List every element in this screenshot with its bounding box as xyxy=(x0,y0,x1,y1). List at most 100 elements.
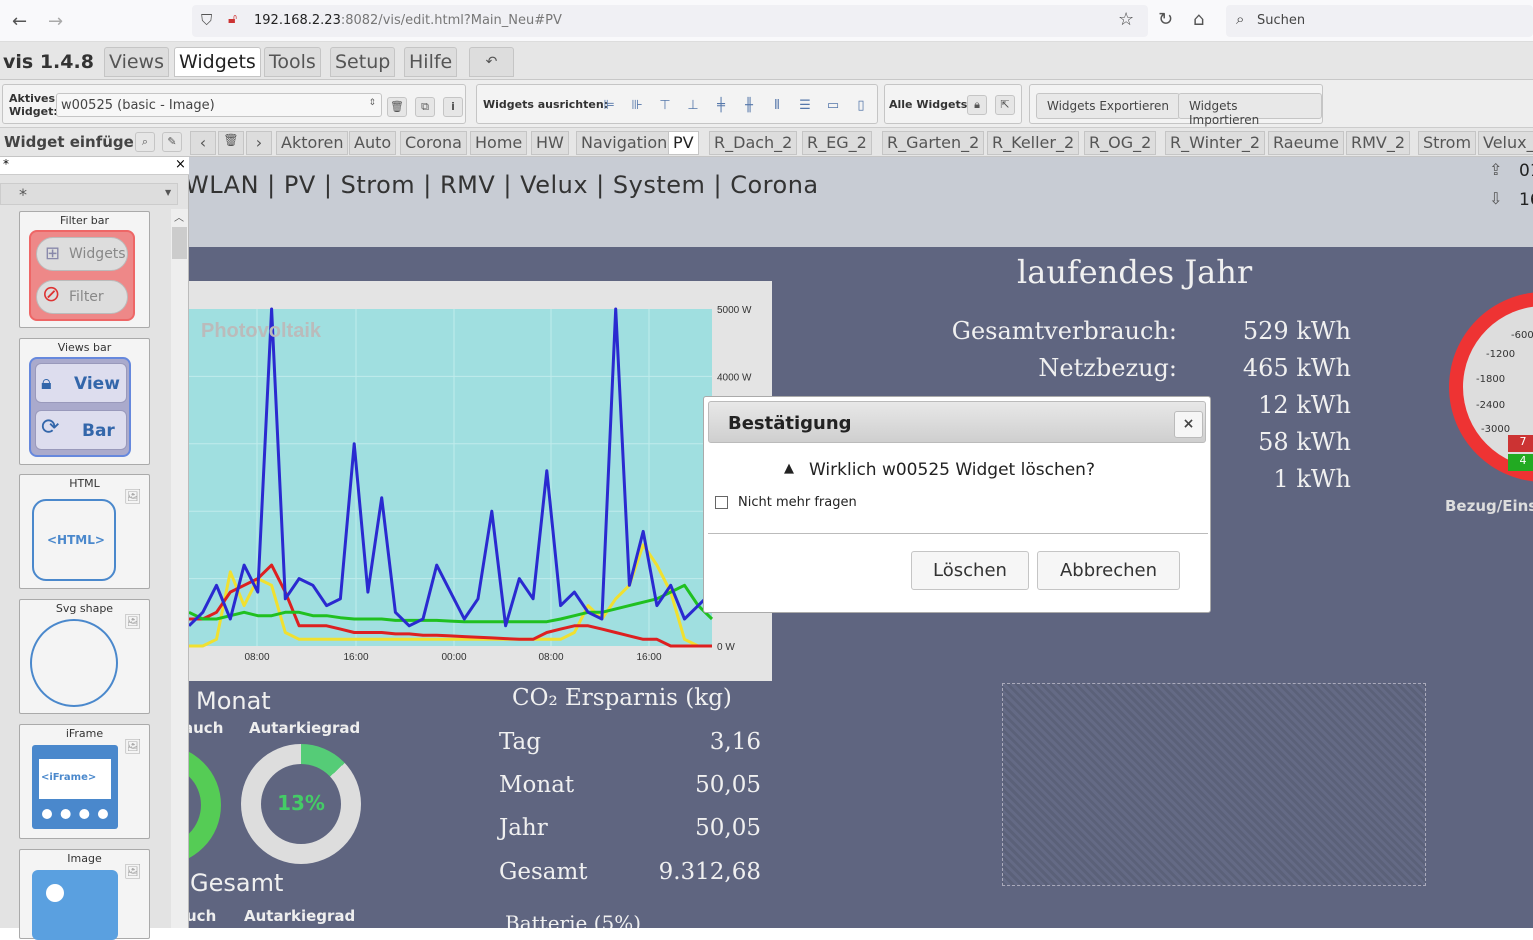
gauge-badge-green: 4 xyxy=(1508,454,1533,471)
sidebar-scrollbar[interactable]: ︿ xyxy=(171,209,188,928)
view-tab-auto[interactable]: Auto xyxy=(349,131,397,155)
view-tab-pv[interactable]: PV xyxy=(668,131,699,155)
tab-widgets[interactable]: Widgets xyxy=(174,47,261,77)
dont-ask-again-checkbox[interactable] xyxy=(715,496,728,509)
pv-chart-widget[interactable]: 08:00 16:00 00:00 08:00 16:00 5000 W 4000 W 0 W… xyxy=(189,281,772,681)
align-left-icon[interactable]: ⊫ xyxy=(601,99,617,113)
dashboard-nav-items[interactable]: WLAN | PV | Strom | RMV | Velux | System… xyxy=(189,171,819,199)
power-gauge-widget: -600 -1200 -1800 -2400 -3000 7 4 xyxy=(1449,292,1533,487)
view-tab-r-eg-2[interactable]: R_EG_2 xyxy=(802,131,872,155)
info-icon[interactable]: i xyxy=(443,97,463,117)
delete-button[interactable]: Löschen xyxy=(911,551,1029,590)
image-preview-icon: 🖼︎ xyxy=(124,614,142,630)
cancel-button[interactable]: Abbrechen xyxy=(1037,551,1180,590)
palette-title: Views bar xyxy=(57,341,112,354)
copy-widget-icon[interactable]: ⧉ xyxy=(415,97,435,117)
align-group: Widgets ausrichten: ⊫ ⊪ ⊤ ⊥ ╪ ╫ ⫴ ☰ ▭ ▯ xyxy=(476,84,878,124)
align-center-h-icon[interactable]: ╫ xyxy=(741,99,757,113)
view-tab-home[interactable]: Home xyxy=(470,131,528,155)
scroll-left-icon[interactable]: ‹ xyxy=(190,131,216,155)
all-widgets-label: Alle Widgets: xyxy=(889,98,972,111)
co2-label-monat: Monat xyxy=(499,772,575,798)
views-trash-icon[interactable]: 🗑︎ xyxy=(218,131,244,155)
palette-html[interactable]: HTML 🖼︎ <HTML> xyxy=(19,474,150,589)
search-widget-icon[interactable]: ⌕ xyxy=(135,132,155,152)
year-title: laufendes Jahr xyxy=(1017,253,1253,291)
view-tab-r-winter-2[interactable]: R_Winter_2 xyxy=(1165,131,1266,155)
scrollbar-thumb[interactable] xyxy=(172,227,187,259)
donut-hole xyxy=(189,765,201,845)
view-tab-r-og-2[interactable]: R_OG_2 xyxy=(1084,131,1157,155)
palette-filter-bar[interactable]: Filter bar Widgets ⊞ Filter ⊘ xyxy=(19,211,150,328)
view-tab-corona[interactable]: Corona xyxy=(400,131,467,155)
clear-filter-icon[interactable]: × xyxy=(175,157,186,172)
same-height-icon[interactable]: ▯ xyxy=(853,99,869,113)
reload-icon[interactable]: ↻ xyxy=(1158,9,1173,30)
distribute-v-icon[interactable]: ☰ xyxy=(797,99,813,113)
preview-widgets-button: Widgets ⊞ xyxy=(36,237,128,271)
download-icon: ⇩ xyxy=(1489,189,1503,208)
view-tab-r-keller-2[interactable]: R_Keller_2 xyxy=(987,131,1080,155)
view-tab-rmv-2[interactable]: RMV_2 xyxy=(1346,131,1411,155)
view-tab-raeume[interactable]: Raeume xyxy=(1268,131,1344,155)
active-widget-select[interactable]: w00525 (basic - Image) ⇕ xyxy=(56,93,382,117)
image-preview-sun xyxy=(46,884,64,902)
dialog-titlebar[interactable]: Bestätigung × xyxy=(708,401,1206,443)
view-tab-r-garten-2[interactable]: R_Garten_2 xyxy=(882,131,985,155)
export-widgets-button[interactable]: Widgets Exportieren xyxy=(1036,93,1180,119)
dialog-close-button[interactable]: × xyxy=(1174,411,1203,438)
donut-hole: 13% xyxy=(261,764,341,844)
search-placeholder: Suchen xyxy=(1257,13,1306,28)
undo-button[interactable]: ↶ xyxy=(469,47,514,77)
co2-value-gesamt: 9.312,68 xyxy=(658,859,761,885)
bookmark-star-icon[interactable]: ☆ xyxy=(1118,9,1134,30)
forward-icon[interactable]: → xyxy=(48,11,63,32)
same-width-icon[interactable]: ▭ xyxy=(825,99,841,113)
view-tab-hw[interactable]: HW xyxy=(531,131,569,155)
view-tab-navigation[interactable]: Navigation xyxy=(576,131,673,155)
view-tab-velux[interactable]: Velux_ xyxy=(1478,131,1533,155)
tab-tools[interactable]: Tools xyxy=(264,47,321,77)
address-bar[interactable]: ⛉ 🔓︎ 192.168.2.23:8082/vis/edit.html?Mai… xyxy=(192,5,1148,37)
battery-label: Batterie (5%) xyxy=(505,911,642,928)
gesamt-title: Gesamt xyxy=(190,869,284,897)
co2-label-tag: Tag xyxy=(499,729,541,755)
external-icon[interactable]: ⇱ xyxy=(995,95,1015,115)
import-widgets-button[interactable]: Widgets Importieren xyxy=(1178,93,1322,127)
empty-widget-placeholder[interactable] xyxy=(1002,683,1426,886)
y-tick-label: 4000 W xyxy=(717,372,752,383)
palette-image[interactable]: Image 🖼︎ xyxy=(19,849,150,940)
align-label: Widgets ausrichten: xyxy=(483,98,609,111)
align-right-icon[interactable]: ⊪ xyxy=(629,99,645,113)
dashboard-top-navigation: WLAN | PV | Strom | RMV | Velux | System… xyxy=(189,157,1533,247)
align-bottom-icon[interactable]: ⊥ xyxy=(685,99,701,113)
tab-views[interactable]: Views xyxy=(104,47,169,77)
palette-set-select[interactable]: * ▼ xyxy=(0,183,178,205)
home-icon[interactable]: ⌂ xyxy=(1193,9,1204,30)
palette-svg-shape[interactable]: Svg shape 🖼︎ xyxy=(19,599,150,714)
palette-iframe[interactable]: iFrame 🖼︎ <iFrame> xyxy=(19,724,150,839)
gauge-badge-red: 7 xyxy=(1508,435,1533,452)
url-text: 192.168.2.23:8082/vis/edit.html?Main_Neu… xyxy=(254,13,562,28)
dont-ask-again-label[interactable]: Nicht mehr fragen xyxy=(738,495,857,510)
align-center-v-icon[interactable]: ╪ xyxy=(713,99,729,113)
scroll-right-icon[interactable]: › xyxy=(246,131,272,155)
distribute-h-icon[interactable]: ⫴ xyxy=(769,99,785,113)
search-box[interactable]: ⌕ Suchen xyxy=(1226,5,1533,37)
back-icon[interactable]: ← xyxy=(12,11,27,32)
stat-value-3: 12 kWh xyxy=(1258,391,1351,419)
pin-icon[interactable]: ✎ xyxy=(162,132,182,152)
lock-all-icon[interactable]: 🔒︎ xyxy=(967,95,987,115)
tab-hilfe[interactable]: Hilfe xyxy=(404,47,458,77)
align-top-icon[interactable]: ⊤ xyxy=(657,99,673,113)
tab-setup[interactable]: Setup xyxy=(330,47,396,77)
dialog-title: Bestätigung xyxy=(728,413,852,434)
palette-views-bar[interactable]: Views bar View 🔒︎ Bar ⟳ xyxy=(19,338,150,465)
scroll-up-icon[interactable]: ︿ xyxy=(174,209,184,224)
view-tab-r-dach-2[interactable]: R_Dach_2 xyxy=(709,131,798,155)
delete-widget-icon[interactable]: 🗑︎ xyxy=(387,97,407,117)
monat-sub-left: auch xyxy=(189,719,224,737)
view-tab-strom[interactable]: Strom xyxy=(1418,131,1477,155)
view-tab-aktoren[interactable]: Aktoren xyxy=(276,131,349,155)
palette-filter-input[interactable]: * × xyxy=(0,157,189,175)
